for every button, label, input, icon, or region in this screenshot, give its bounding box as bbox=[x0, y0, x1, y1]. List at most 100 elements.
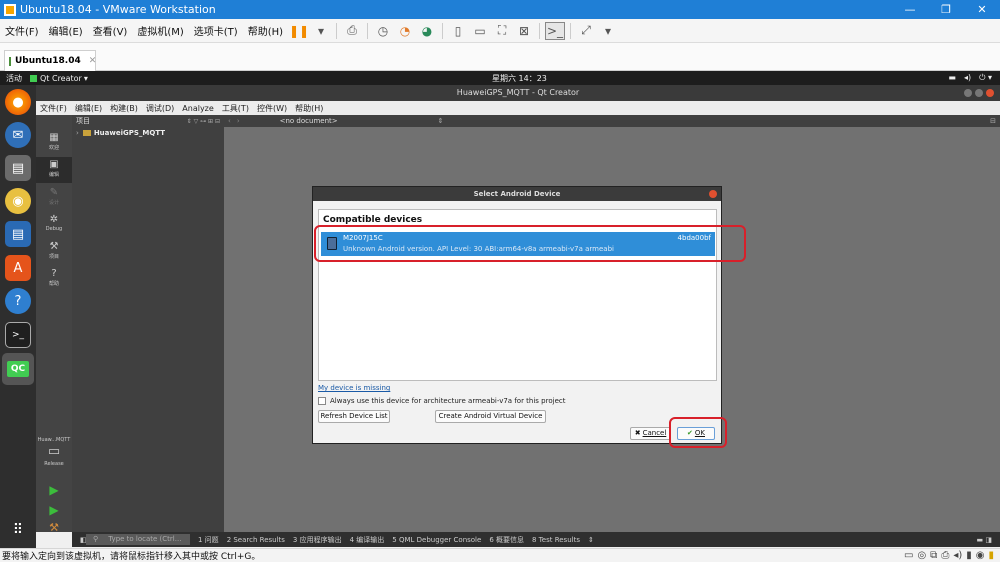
fullscreen-icon[interactable]: ⛶ bbox=[492, 22, 512, 40]
nav-back-icon[interactable]: ‹ bbox=[228, 117, 231, 125]
always-use-checkbox[interactable] bbox=[318, 397, 326, 405]
sound-icon[interactable]: ◂) bbox=[953, 550, 962, 561]
show-library-icon[interactable]: ▯ bbox=[448, 22, 468, 40]
menu-help[interactable]: 帮助(H) bbox=[243, 23, 288, 38]
show-applications-icon[interactable]: ⠿ bbox=[5, 517, 31, 543]
hard-disk-icon[interactable]: ▭ bbox=[904, 550, 913, 561]
usb-icon[interactable]: ▮ bbox=[966, 550, 972, 561]
qt-menu-file[interactable]: 文件(F) bbox=[36, 103, 71, 114]
menu-vm[interactable]: 虚拟机(M) bbox=[132, 23, 188, 38]
cancel-button[interactable]: ✖ Cancel bbox=[630, 427, 671, 440]
cancel-label: Cancel bbox=[642, 429, 667, 437]
device-status-icons[interactable]: ▭ ◎ ⧉ ⎙ ◂) ▮ ◉ ▮ bbox=[904, 550, 994, 561]
activities-button[interactable]: 活动 bbox=[6, 73, 22, 84]
unity-icon[interactable]: ⊠ bbox=[514, 22, 534, 40]
thumbnail-bar-icon[interactable]: ▭ bbox=[470, 22, 490, 40]
files-icon[interactable]: ▤ bbox=[5, 155, 31, 181]
pane-search-results[interactable]: 2 Search Results bbox=[223, 536, 289, 544]
minimize-button[interactable]: — bbox=[892, 0, 928, 19]
panes-dropdown-icon[interactable]: ⇕ bbox=[584, 536, 598, 544]
pane-qml-console[interactable]: 5 QML Debugger Console bbox=[388, 536, 485, 544]
close-button[interactable]: ✕ bbox=[964, 0, 1000, 19]
stretch-view-icon[interactable]: ⤢ bbox=[576, 22, 596, 40]
console-view-icon[interactable]: >_ bbox=[545, 21, 566, 40]
build-hammer-icon[interactable]: ⚒ bbox=[36, 521, 72, 534]
software-center-icon[interactable]: A bbox=[5, 255, 31, 281]
locator-input[interactable]: ⚲ Type to locate (Ctrl... bbox=[86, 534, 190, 545]
dialog-close-icon[interactable] bbox=[709, 190, 717, 198]
split-icon[interactable]: ⊟ bbox=[990, 117, 996, 125]
close-icon[interactable] bbox=[986, 89, 994, 97]
menu-edit[interactable]: 编辑(E) bbox=[44, 23, 88, 38]
qt-creator-active-slot[interactable]: QC bbox=[2, 353, 34, 385]
dropdown-arrow-icon[interactable]: ▾ bbox=[598, 22, 618, 40]
pane-test-results[interactable]: 8 Test Results bbox=[528, 536, 584, 544]
qt-window-controls[interactable] bbox=[964, 89, 994, 97]
device-missing-link[interactable]: My device is missing bbox=[318, 384, 390, 392]
messages-icon[interactable]: ▮ bbox=[988, 550, 994, 561]
document-dropdown-icon[interactable]: ⇕ bbox=[438, 117, 444, 125]
qt-menu-build[interactable]: 构建(B) bbox=[106, 103, 142, 114]
maximize-icon[interactable] bbox=[975, 89, 983, 97]
snapshot-icon[interactable]: ◷ bbox=[373, 22, 393, 40]
qt-menu-analyze[interactable]: Analyze bbox=[178, 104, 218, 113]
refresh-device-list-button[interactable]: Refresh Device List bbox=[318, 410, 390, 423]
expand-arrow-icon[interactable]: › bbox=[76, 129, 79, 137]
nav-forward-icon[interactable]: › bbox=[237, 117, 240, 125]
thunderbird-icon[interactable]: ✉ bbox=[5, 122, 31, 148]
revert-snapshot-icon[interactable]: ◔ bbox=[395, 22, 415, 40]
help-icon[interactable]: ? bbox=[5, 288, 31, 314]
firefox-icon[interactable]: ● bbox=[5, 89, 31, 115]
send-ctrl-alt-del-icon[interactable]: ⎙ bbox=[342, 22, 362, 40]
menu-tabs[interactable]: 选项卡(T) bbox=[189, 23, 243, 38]
minimize-icon[interactable] bbox=[964, 89, 972, 97]
menu-file[interactable]: 文件(F) bbox=[0, 23, 44, 38]
sidebar-toggle-icon[interactable]: ◧ bbox=[76, 536, 91, 544]
vm-tab-strip bbox=[0, 43, 1000, 71]
qt-menu-controls[interactable]: 控件(W) bbox=[253, 103, 291, 114]
pane-compile-output[interactable]: 4 编译输出 bbox=[346, 535, 389, 545]
pane-general-messages[interactable]: 6 概要信息 bbox=[485, 535, 528, 545]
clock[interactable]: 星期六 14：23 bbox=[492, 73, 547, 84]
display-icon[interactable]: ◉ bbox=[976, 550, 985, 561]
maximize-button[interactable]: ❐ bbox=[928, 0, 964, 19]
qt-menu-edit[interactable]: 编辑(E) bbox=[71, 103, 106, 114]
keyboard-icon: ▬ bbox=[948, 73, 956, 82]
mode-help[interactable]: ? 帮助 bbox=[36, 268, 72, 287]
create-avd-button[interactable]: Create Android Virtual Device bbox=[435, 410, 546, 423]
qt-menu-debug[interactable]: 调试(D) bbox=[142, 103, 178, 114]
rhythmbox-icon[interactable]: ◉ bbox=[5, 188, 31, 214]
project-node[interactable]: › HuaweiGPS_MQTT bbox=[72, 127, 224, 137]
qt-menu-tools[interactable]: 工具(T) bbox=[218, 103, 253, 114]
network-icon[interactable]: ⧉ bbox=[930, 550, 937, 561]
always-use-option[interactable]: Always use this device for architecture … bbox=[318, 397, 565, 405]
pane-issues[interactable]: 1 问题 bbox=[194, 535, 223, 545]
libreoffice-writer-icon[interactable]: ▤ bbox=[5, 221, 31, 247]
vm-tab-ubuntu[interactable]: Ubuntu18.04 ✕ bbox=[4, 50, 96, 71]
qt-menu-help[interactable]: 帮助(H) bbox=[291, 103, 327, 114]
snapshot-manager-icon[interactable]: ◕ bbox=[417, 22, 437, 40]
app-menu[interactable]: Qt Creator ▾ bbox=[30, 74, 88, 83]
mode-debug[interactable]: ✲ Debug bbox=[36, 214, 72, 232]
projects-toolbar-icons[interactable]: ⇕ ▽ ⊶ ⊞ ⊟ bbox=[187, 118, 224, 125]
mode-edit[interactable]: ▣ 编辑 bbox=[36, 157, 72, 183]
pause-icon[interactable]: ❚❚ bbox=[289, 22, 309, 40]
kit-selector[interactable]: Huaw...MQTT ▭ Release bbox=[36, 437, 72, 467]
printer-icon[interactable]: ⎙ bbox=[941, 550, 949, 561]
cdrom-icon[interactable]: ◎ bbox=[917, 550, 926, 561]
dropdown-arrow-icon[interactable]: ▾ bbox=[311, 22, 331, 40]
mode-label: 项目 bbox=[48, 254, 59, 260]
mode-design[interactable]: ✎ 设计 bbox=[36, 187, 72, 206]
terminal-icon[interactable]: >_ bbox=[5, 322, 31, 348]
debug-run-icon[interactable]: ▶ bbox=[36, 503, 72, 517]
tab-close-icon[interactable]: ✕ bbox=[89, 56, 97, 66]
mode-welcome[interactable]: ▦ 欢迎 bbox=[36, 132, 72, 151]
qt-menubar: 文件(F) 编辑(E) 构建(B) 调试(D) Analyze 工具(T) 控件… bbox=[36, 101, 1000, 115]
menu-view[interactable]: 查看(V) bbox=[88, 23, 133, 38]
pane-app-output[interactable]: 3 应用程序输出 bbox=[289, 535, 346, 545]
mode-projects[interactable]: ⚒ 项目 bbox=[36, 241, 72, 260]
system-tray[interactable]: ▬ ◂) ⏻ ▾ bbox=[948, 73, 992, 83]
output-toggle-icon[interactable]: ▬ ◨ bbox=[973, 536, 996, 544]
document-selector[interactable]: <no document> bbox=[280, 117, 338, 125]
run-icon[interactable]: ▶ bbox=[36, 483, 72, 497]
